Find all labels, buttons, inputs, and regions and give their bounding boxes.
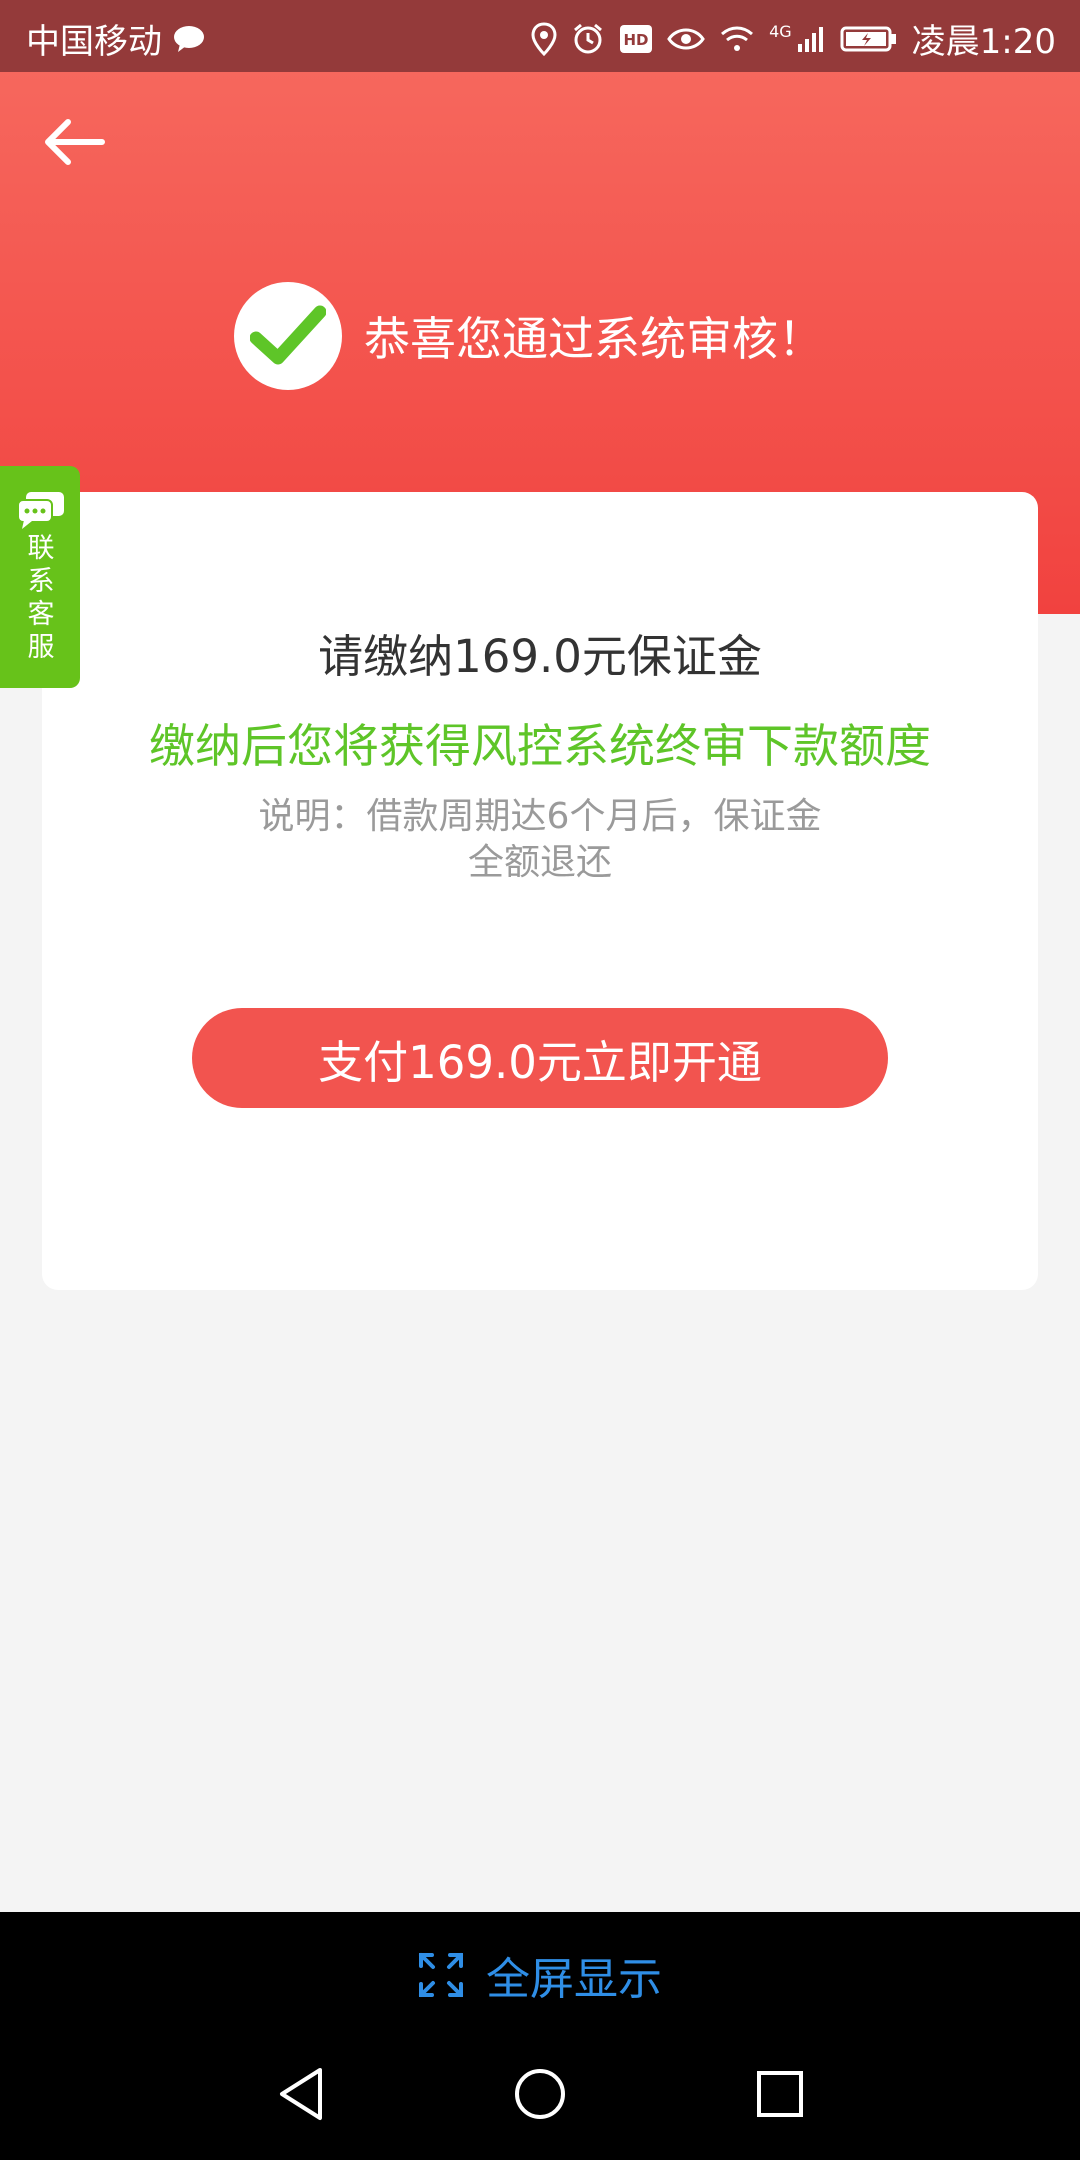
signal-icon — [797, 26, 823, 52]
wifi-icon — [721, 26, 754, 51]
nav-recent-icon[interactable] — [756, 2066, 804, 2122]
expand-icon — [419, 1953, 463, 1997]
nav-home-icon[interactable] — [514, 2066, 566, 2122]
carrier-name: 中国移动 — [26, 22, 162, 62]
back-button[interactable] — [40, 112, 110, 172]
status-left: 中国移动 — [26, 14, 206, 63]
alarm-icon — [574, 23, 603, 53]
checkmark-icon — [250, 305, 326, 365]
hd-icon: HD — [620, 24, 653, 53]
deposit-amount-text: 请缴纳169.0元保证金 — [318, 630, 762, 683]
clock: 凌晨1:20 — [911, 22, 1056, 62]
benefit-text: 缴纳后您将获得风控系统终审下款额度 — [149, 719, 931, 773]
check-circle — [234, 282, 342, 390]
fullscreen-button[interactable]: 全屏显示 — [0, 1912, 1080, 2038]
success-text: 恭喜您通过系统审核！ — [364, 312, 824, 366]
refund-note: 说明：借款周期达6个月后，保证金 全额退还 — [212, 794, 868, 886]
pay-button[interactable]: 支付169.0元立即开通 — [192, 1008, 888, 1108]
fullscreen-label: 全屏显示 — [486, 1954, 662, 2005]
contact-service-label: 联系客服 — [27, 533, 55, 663]
eye-icon — [667, 28, 705, 49]
deposit-card: 请缴纳169.0元保证金 缴纳后您将获得风控系统终审下款额度 说明：借款周期达6… — [42, 492, 1038, 1290]
svg-text:HD: HD — [624, 31, 649, 49]
refund-note-line1: 说明：借款周期达6个月后，保证金 — [258, 796, 822, 837]
status-right: HD 4G 凌晨1:20 — [531, 14, 1056, 63]
success-message: 恭喜您通过系统审核！ — [234, 282, 824, 390]
refund-note-line2: 全额退还 — [467, 842, 612, 883]
location-icon — [531, 21, 557, 56]
back-arrow-icon — [45, 119, 105, 165]
contact-service-button[interactable]: 联系客服 — [0, 466, 80, 688]
chat-bubble-icon — [174, 25, 204, 52]
navigation-bar — [0, 2038, 1080, 2160]
status-bar: 中国移动 HD 4G 凌晨1:20 — [0, 0, 1080, 72]
battery-icon — [840, 26, 896, 51]
network-type: 4G — [769, 22, 792, 41]
nav-back-icon[interactable] — [276, 2066, 326, 2122]
chat-icon — [17, 492, 64, 529]
